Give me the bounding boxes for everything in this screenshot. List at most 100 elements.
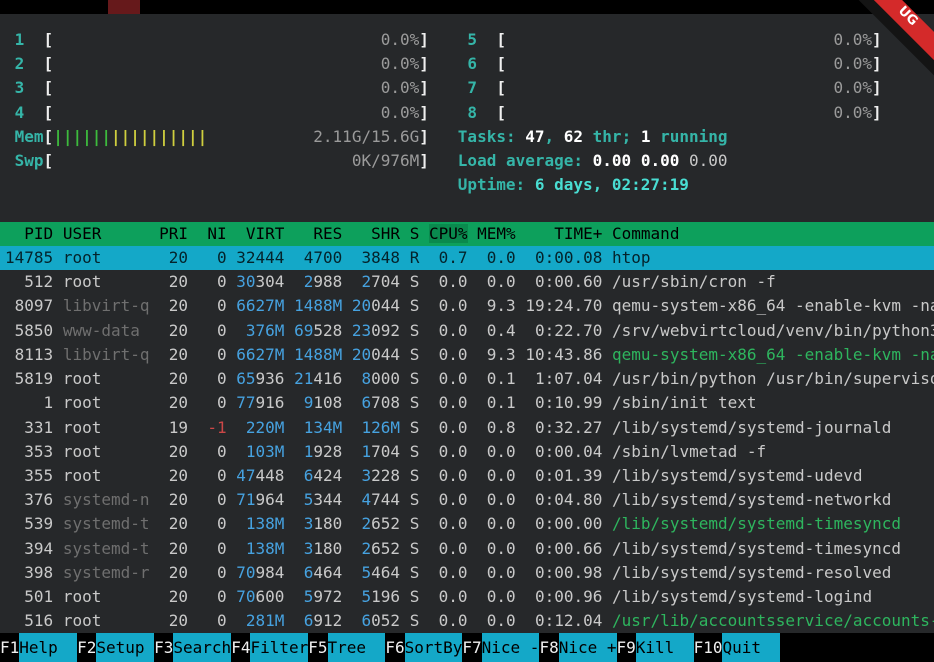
process-row[interactable]: 501 root 20 0 70600 5972 5196 S 0.0 0.0 … — [0, 585, 934, 609]
process-row[interactable]: 516 root 20 0 281M 6912 6052 S 0.0 0.0 0… — [0, 609, 934, 633]
process-row[interactable]: 376 systemd-n 20 0 71964 5344 4744 S 0.0… — [0, 488, 934, 512]
column-header-virt[interactable]: VIRT — [236, 224, 284, 243]
fkey-kill[interactable]: F9Kill — [617, 633, 694, 662]
meter-open-bracket: [ — [496, 78, 506, 97]
column-header-pid[interactable]: PID — [5, 224, 53, 243]
cpu-meter-id: 4 — [15, 103, 25, 122]
meter-close-bracket: ] — [419, 54, 429, 73]
virt-cell: 138M — [236, 539, 284, 558]
nice-cell: 0 — [198, 296, 227, 315]
pid-cell: 8113 — [5, 345, 53, 364]
user-cell: systemd-t — [63, 514, 150, 533]
nice-cell: 0 — [198, 393, 227, 412]
user-cell: systemd-r — [63, 563, 150, 582]
process-row[interactable]: 5850 www-data 20 0 376M 69528 23092 S 0.… — [0, 319, 934, 343]
priority-cell: 20 — [159, 442, 188, 461]
time-cell: 0:22.70 — [525, 321, 602, 340]
meter-close-bracket: ] — [872, 30, 882, 49]
command-cell: /sbin/lvmetad -f — [612, 442, 766, 461]
res-cell: 1 — [294, 442, 313, 461]
res-cell: 21 — [294, 369, 313, 388]
fkey-tree[interactable]: F5Tree — [308, 633, 385, 662]
command-cell: htop — [612, 248, 651, 267]
user-cell: www-data — [63, 321, 150, 340]
process-row[interactable]: 14785 root 20 0 32444 4700 3848 R 0.7 0.… — [0, 246, 934, 270]
process-row[interactable]: 398 systemd-r 20 0 70984 6464 5464 S 0.0… — [0, 561, 934, 585]
column-header-shr[interactable]: SHR — [352, 224, 400, 243]
meter-open-bracket: [ — [44, 30, 54, 49]
fkey-sortby[interactable]: F6SortBy — [385, 633, 462, 662]
cpu-meter-2: 2 [ 0.0%] — [5, 54, 429, 73]
fkey-nice+[interactable]: F8Nice + — [539, 633, 616, 662]
fkey-nice-[interactable]: F7Nice - — [462, 633, 539, 662]
user-cell: root — [63, 369, 150, 388]
state-cell: S — [410, 563, 420, 582]
column-header-mem[interactable]: MEM% — [477, 224, 516, 243]
fkey-action-label: Setup — [96, 633, 154, 662]
fkey-quit[interactable]: F10Quit — [694, 633, 781, 662]
command-cell: /lib/systemd/systemd-journald — [612, 418, 891, 437]
fkey-setup[interactable]: F2Setup — [77, 633, 154, 662]
process-row[interactable]: 8097 libvirt-q 20 0 6627M 1488M 20044 S … — [0, 294, 934, 318]
command-cell: /usr/lib/accountsservice/accounts- — [612, 611, 934, 630]
virt-cell: 71 — [236, 490, 255, 509]
user-cell: root — [63, 442, 150, 461]
mem-percent-cell: 0.0 — [477, 611, 516, 630]
nice-cell: 0 — [198, 611, 227, 630]
priority-cell: 20 — [159, 539, 188, 558]
fkey-help[interactable]: F1Help — [0, 633, 77, 662]
state-cell: S — [410, 393, 420, 412]
process-row[interactable]: 512 root 20 0 30304 2988 2704 S 0.0 0.0 … — [0, 270, 934, 294]
cpu-meter-value: 0.0% — [381, 54, 420, 73]
meter-close-bracket: ] — [419, 78, 429, 97]
column-header-command[interactable]: Command — [612, 224, 679, 243]
nice-cell: 0 — [198, 321, 227, 340]
res-cell: 5 — [294, 587, 313, 606]
fkey-search[interactable]: F3Search — [154, 633, 231, 662]
mem-percent-cell: 0.0 — [477, 514, 516, 533]
fkey-filter[interactable]: F4Filter — [231, 633, 308, 662]
process-row[interactable]: 355 root 20 0 47448 6424 3228 S 0.0 0.0 … — [0, 464, 934, 488]
mem-percent-cell: 0.0 — [477, 272, 516, 291]
process-row[interactable]: 394 systemd-t 20 0 138M 3180 2652 S 0.0 … — [0, 537, 934, 561]
column-header-pri[interactable]: PRI — [159, 224, 188, 243]
column-header-time[interactable]: TIME+ — [525, 224, 602, 243]
column-header-s[interactable]: S — [410, 224, 420, 243]
priority-cell: 20 — [159, 563, 188, 582]
virt-cell: 47 — [236, 466, 255, 485]
cpu-meter-4: 4 [ 0.0%] — [5, 103, 429, 122]
cpu-meter-value: 0.0% — [833, 30, 872, 49]
command-cell: qemu-system-x86_64 -enable-kvm -na — [612, 345, 934, 364]
process-row[interactable]: 1 root 20 0 77916 9108 6708 S 0.0 0.1 0:… — [0, 391, 934, 415]
nice-cell: 0 — [198, 248, 227, 267]
uptime-row: Uptime: 6 days, 02:27:19 — [0, 173, 934, 197]
shr-cell: 3 — [352, 466, 371, 485]
process-row[interactable]: 5819 root 20 0 65936 21416 8000 S 0.0 0.… — [0, 367, 934, 391]
column-header-ni[interactable]: NI — [198, 224, 227, 243]
cpu-meter-value: 0.0% — [381, 78, 420, 97]
fkey-action-label: Tree — [328, 633, 386, 662]
process-row[interactable]: 8113 libvirt-q 20 0 6627M 1488M 20044 S … — [0, 343, 934, 367]
fkey-label: F4 — [231, 633, 250, 662]
nice-cell: 0 — [198, 539, 227, 558]
priority-cell: 20 — [159, 490, 188, 509]
user-cell: root — [63, 587, 150, 606]
column-header-res[interactable]: RES — [294, 224, 342, 243]
process-row[interactable]: 353 root 20 0 103M 1928 1704 S 0.0 0.0 0… — [0, 440, 934, 464]
process-row[interactable]: 331 root 19 -1 220M 134M 126M S 0.0 0.8 … — [0, 416, 934, 440]
pid-cell: 394 — [5, 539, 53, 558]
command-cell: /lib/systemd/systemd-logind — [612, 587, 872, 606]
state-cell: S — [410, 587, 420, 606]
time-cell: 10:43.86 — [525, 345, 602, 364]
column-header-user[interactable]: USER — [63, 224, 150, 243]
cpu-meter-value: 0.0% — [381, 103, 420, 122]
process-row[interactable]: 539 systemd-t 20 0 138M 3180 2652 S 0.0 … — [0, 512, 934, 536]
command-cell: /lib/systemd/systemd-udevd — [612, 466, 862, 485]
res-cell: 134M — [294, 418, 342, 437]
column-header-cpu[interactable]: CPU% — [429, 224, 468, 243]
mem-percent-cell: 0.0 — [477, 539, 516, 558]
cpu-meter-id: 1 — [15, 30, 25, 49]
fkey-label: F2 — [77, 633, 96, 662]
mem-percent-cell: 0.0 — [477, 466, 516, 485]
time-cell: 0:00.60 — [525, 272, 602, 291]
